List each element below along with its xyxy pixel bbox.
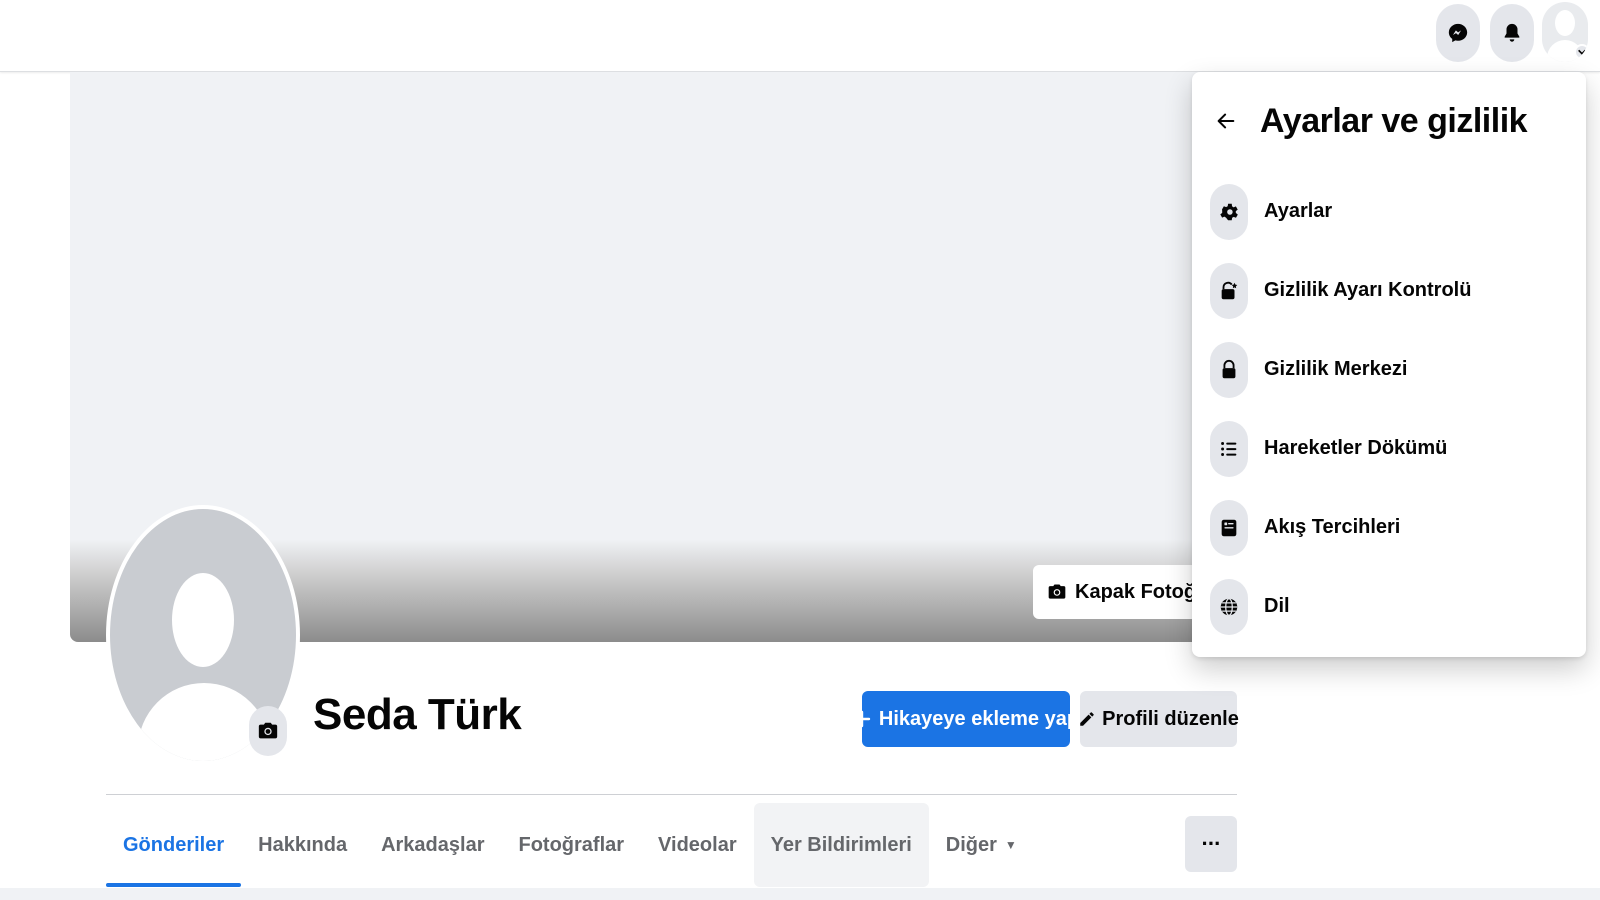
- menu-item-label: Ayarlar: [1264, 200, 1333, 222]
- menu-item-label: Akış Tercihleri: [1264, 516, 1401, 538]
- menu-item-feed-preferences[interactable]: Akış Tercihleri: [1208, 488, 1570, 567]
- more-options-button[interactable]: ···: [1185, 816, 1237, 872]
- tab-more[interactable]: Diğer ▼: [929, 803, 1034, 887]
- arrow-left-icon: [1217, 113, 1235, 129]
- menu-title: Ayarlar ve gizlilik: [1260, 101, 1528, 140]
- back-button[interactable]: [1208, 99, 1244, 143]
- account-menu-button[interactable]: [1542, 2, 1588, 62]
- tab-about[interactable]: Hakkında: [241, 803, 364, 887]
- menu-item-language[interactable]: Dil: [1208, 567, 1570, 646]
- list-icon: [1221, 441, 1237, 456]
- tab-photos[interactable]: Fotoğraflar: [501, 803, 641, 887]
- tab-friends[interactable]: Arkadaşlar: [364, 803, 501, 887]
- divider: [106, 794, 1237, 795]
- add-to-story-label: Hikayeye ekleme yap: [878, 707, 1080, 730]
- messenger-button[interactable]: [1436, 4, 1480, 62]
- edit-profile-label: Profili düzenle: [1102, 707, 1239, 730]
- menu-item-privacy-center[interactable]: Gizlilik Merkezi: [1208, 330, 1570, 409]
- menu-list: Ayarlar Gizlilik Ayarı Kontrolü Gizlilik…: [1208, 172, 1570, 646]
- menu-item-settings[interactable]: Ayarlar: [1208, 172, 1570, 251]
- page-background-strip: [0, 888, 1600, 900]
- edit-profile-button[interactable]: Profili düzenle: [1080, 691, 1239, 747]
- profile-tabs: Gönderiler Hakkında Arkadaşlar Fotoğrafl…: [106, 803, 1034, 887]
- gear-icon: [1220, 203, 1238, 220]
- globe-icon: [1220, 597, 1238, 616]
- tab-posts[interactable]: Gönderiler: [106, 803, 242, 887]
- tab-check-ins[interactable]: Yer Bildirimleri: [753, 803, 929, 887]
- lock-check-icon: [1221, 281, 1238, 299]
- feed-icon: [1221, 519, 1237, 536]
- menu-item-label: Gizlilik Merkezi: [1264, 358, 1408, 380]
- notifications-button[interactable]: [1490, 4, 1534, 62]
- top-navigation-bar: [0, 0, 1600, 72]
- menu-item-label: Hareketler Dökümü: [1264, 437, 1448, 459]
- camera-icon: [1048, 584, 1066, 599]
- chevron-down-icon: [1574, 44, 1588, 60]
- menu-item-label: Gizlilik Ayarı Kontrolü: [1264, 279, 1472, 301]
- plus-icon: [853, 710, 871, 728]
- settings-privacy-menu: Ayarlar ve gizlilik Ayarlar Gizlilik Aya…: [1192, 72, 1586, 657]
- pencil-icon: [1080, 712, 1094, 726]
- avatar-icon: [1555, 10, 1575, 36]
- menu-header: Ayarlar ve gizlilik: [1208, 96, 1528, 146]
- tab-videos[interactable]: Videolar: [641, 803, 754, 887]
- lock-icon: [1222, 359, 1236, 378]
- update-profile-picture-button[interactable]: [249, 706, 287, 756]
- messenger-icon: [1448, 23, 1468, 43]
- add-to-story-button[interactable]: Hikayeye ekleme yap: [853, 691, 1079, 747]
- bell-icon: [1504, 23, 1520, 42]
- menu-item-label: Dil: [1264, 595, 1290, 617]
- menu-item-privacy-checkup[interactable]: Gizlilik Ayarı Kontrolü: [1208, 251, 1570, 330]
- caret-down-icon: ▼: [1004, 838, 1017, 852]
- profile-name: Seda Türk: [313, 690, 522, 739]
- camera-icon: [258, 722, 278, 739]
- menu-item-activity-log[interactable]: Hareketler Dökümü: [1208, 409, 1570, 488]
